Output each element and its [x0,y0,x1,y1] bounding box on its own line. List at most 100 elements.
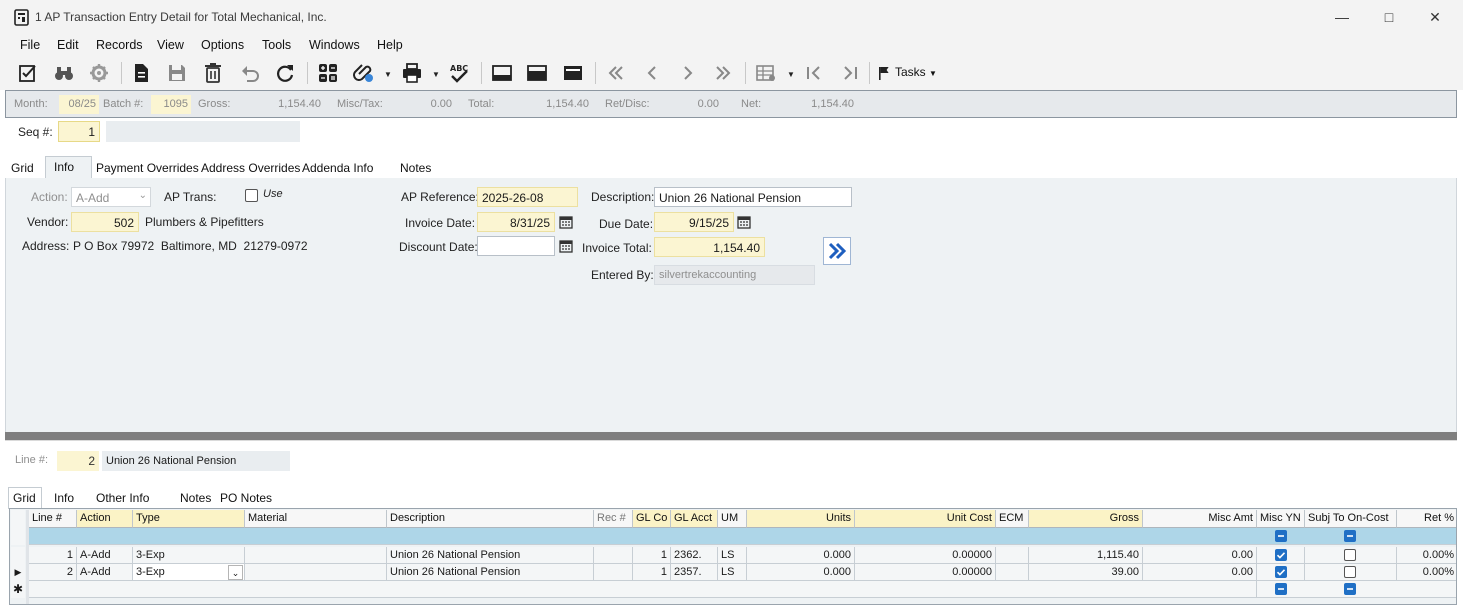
table-row[interactable]: 1 [29,547,77,564]
last-line-icon[interactable] [837,60,863,86]
last-record-icon[interactable] [710,60,736,86]
menu-records[interactable]: Records [96,38,143,52]
col-rec[interactable]: Rec # [594,510,633,528]
new-row[interactable] [29,581,1257,598]
tab-notes[interactable]: Notes [400,158,431,178]
line-input[interactable]: 2 [57,451,99,471]
col-um[interactable]: UM [718,510,747,528]
row-selector[interactable] [11,547,25,564]
row-ecm[interactable] [996,564,1029,581]
layout-top-icon[interactable] [560,60,586,86]
tasks-menu[interactable]: Tasks ▼ [895,65,937,79]
next-record-icon[interactable] [675,60,701,86]
col-ecm[interactable]: ECM [996,510,1029,528]
first-record-icon[interactable] [603,60,629,86]
row-um[interactable]: LS [718,564,747,581]
col-unit-cost[interactable]: Unit Cost [855,510,996,528]
checklist-icon[interactable] [15,60,41,86]
row-ecm[interactable] [996,547,1029,564]
row-gl-co[interactable]: 1 [633,547,671,564]
spellcheck-icon[interactable]: ABC [446,60,472,86]
table-row[interactable]: 2 [29,564,77,581]
tab-info[interactable]: Info [45,156,92,179]
misc-yn-filter-checkbox[interactable] [1275,530,1287,542]
layout-bottom-icon[interactable] [489,60,515,86]
col-misc-yn[interactable]: Misc YN [1257,510,1305,528]
description-input[interactable]: Union 26 National Pension [654,187,852,207]
col-subj-on-cost[interactable]: Subj To On-Cost [1305,510,1397,528]
row-misc-amt[interactable]: 0.00 [1143,547,1257,564]
calendar-icon[interactable] [734,212,754,232]
subj-new-checkbox[interactable] [1344,583,1356,595]
print-dropdown-icon[interactable]: ▼ [432,70,440,79]
subj-filter-checkbox[interactable] [1344,530,1356,542]
menu-windows[interactable]: Windows [309,38,360,52]
misc-yn-checkbox[interactable] [1275,549,1287,561]
tab-line-grid[interactable]: Grid [8,487,42,509]
prev-record-icon[interactable] [639,60,665,86]
new-row-indicator[interactable]: ✱ [11,581,25,598]
row-action[interactable]: A-Add [77,564,133,581]
calculator-icon[interactable] [315,60,341,86]
col-units[interactable]: Units [747,510,855,528]
gear-icon[interactable] [86,60,112,86]
grid-settings-icon[interactable] [753,60,779,86]
print-icon[interactable] [399,60,425,86]
use-checkbox[interactable] [245,189,258,202]
tab-payment-overrides[interactable]: Payment Overrides [96,158,199,178]
menu-tools[interactable]: Tools [262,38,291,52]
row-material[interactable] [245,564,387,581]
attach-icon[interactable] [351,60,377,86]
double-chevron-right-icon[interactable] [823,237,851,265]
calendar-icon[interactable] [556,236,576,256]
attach-dropdown-icon[interactable]: ▼ [384,70,392,79]
discount-date-input[interactable] [477,236,555,256]
col-line[interactable]: Line # [29,510,77,528]
row-misc-amt[interactable]: 0.00 [1143,564,1257,581]
due-date-input[interactable]: 9/15/25 [654,212,734,232]
subj-on-cost-checkbox[interactable] [1344,549,1356,561]
calendar-icon[interactable] [556,212,576,232]
subj-on-cost-checkbox[interactable] [1344,566,1356,578]
panel-splitter[interactable] [5,432,1457,441]
row-units[interactable]: 0.000 [747,547,855,564]
row-rec[interactable] [594,547,633,564]
col-gross[interactable]: Gross [1029,510,1143,528]
first-line-icon[interactable] [801,60,827,86]
row-ret[interactable]: 0.00% [1397,547,1456,564]
document-icon[interactable] [128,60,154,86]
tab-line-info[interactable]: Info [54,488,74,508]
col-gl-acct[interactable]: GL Acct [671,510,718,528]
grid-settings-dropdown-icon[interactable]: ▼ [787,70,795,79]
row-gl-acct[interactable]: 2357. [671,564,718,581]
row-units[interactable]: 0.000 [747,564,855,581]
invoice-date-input[interactable]: 8/31/25 [477,212,555,232]
layout-middle-icon[interactable] [524,60,550,86]
binoculars-icon[interactable] [51,60,77,86]
col-gl-co[interactable]: GL Co [633,510,671,528]
action-select[interactable]: A-Add ⌄ [71,187,151,207]
vendor-input[interactable]: 502 [71,212,139,232]
row-ret[interactable]: 0.00% [1397,564,1456,581]
col-action[interactable]: Action [77,510,133,528]
row-description[interactable]: Union 26 National Pension [387,564,594,581]
undo-icon[interactable] [237,60,263,86]
menu-edit[interactable]: Edit [57,38,79,52]
row-gross[interactable]: 1,115.40 [1029,547,1143,564]
misc-yn-new-checkbox[interactable] [1275,583,1287,595]
menu-options[interactable]: Options [201,38,244,52]
row-rec[interactable] [594,564,633,581]
row-um[interactable]: LS [718,547,747,564]
menu-file[interactable]: File [20,38,40,52]
maximize-button[interactable]: □ [1366,3,1412,31]
col-description[interactable]: Description [387,510,594,528]
row-unit-cost[interactable]: 0.00000 [855,564,996,581]
current-row-indicator[interactable]: ▶ [11,564,25,581]
menu-view[interactable]: View [157,38,184,52]
tab-line-other-info[interactable]: Other Info [96,488,149,508]
row-gross[interactable]: 39.00 [1029,564,1143,581]
misc-yn-checkbox[interactable] [1275,566,1287,578]
filter-row[interactable] [29,528,1456,545]
row-description[interactable]: Union 26 National Pension [387,547,594,564]
col-misc-amt[interactable]: Misc Amt [1143,510,1257,528]
